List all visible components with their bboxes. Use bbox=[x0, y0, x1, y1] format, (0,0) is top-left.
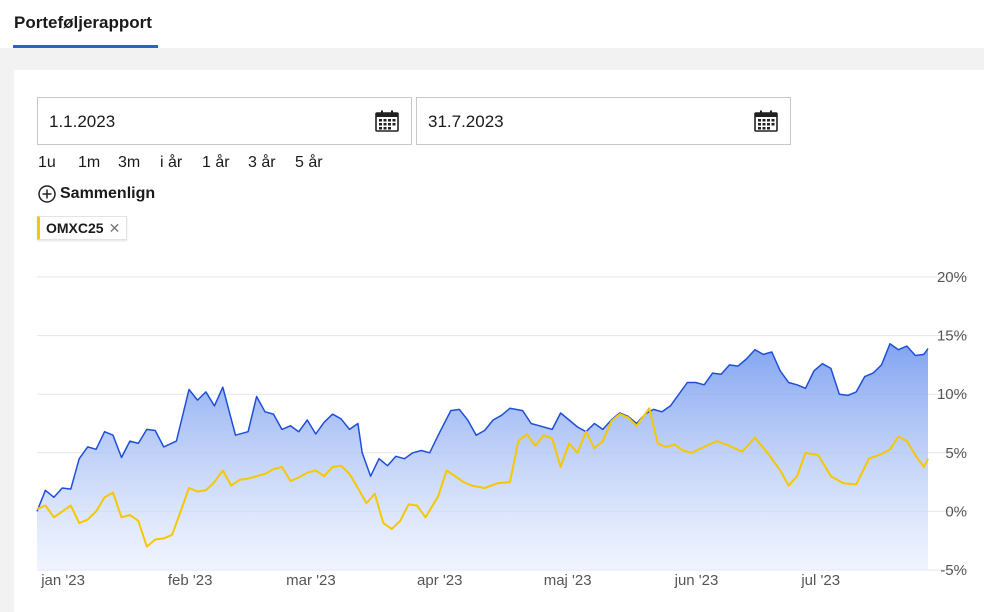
compare-label: Sammenlign bbox=[60, 185, 156, 202]
benchmark-chip: OMXC25 ✕ bbox=[37, 216, 128, 240]
range-ytd[interactable]: i år bbox=[160, 154, 182, 172]
range-3m[interactable]: 3m bbox=[118, 154, 140, 172]
range-3y[interactable]: 3 år bbox=[248, 154, 276, 172]
from-date-field[interactable]: 1.1.2023 bbox=[37, 97, 412, 145]
to-date-field[interactable]: 31.7.2023 bbox=[416, 97, 791, 145]
range-1y[interactable]: 1 år bbox=[202, 154, 230, 172]
calendar-icon[interactable] bbox=[375, 110, 399, 132]
content-panel: 1.1.2023 31.7.2023 1u 1m 3m i år 1 år 3 … bbox=[0, 48, 984, 612]
benchmark-chip-label: OMXC25 bbox=[46, 220, 104, 236]
calendar-icon[interactable] bbox=[754, 110, 778, 132]
to-date-value: 31.7.2023 bbox=[428, 112, 504, 131]
range-1m[interactable]: 1m bbox=[78, 154, 100, 172]
from-date-value: 1.1.2023 bbox=[49, 112, 116, 131]
compare-button[interactable]: Sammenlign bbox=[38, 184, 155, 204]
close-icon[interactable]: ✕ bbox=[109, 220, 121, 237]
plus-circle-icon bbox=[38, 185, 56, 203]
range-5y[interactable]: 5 år bbox=[295, 154, 323, 172]
tab-portfolio-report[interactable]: Porteføljerapport bbox=[14, 13, 152, 33]
range-1u[interactable]: 1u bbox=[38, 154, 56, 172]
report-card: 1.1.2023 31.7.2023 1u 1m 3m i år 1 år 3 … bbox=[14, 70, 984, 612]
tab-bar: Porteføljerapport bbox=[0, 0, 984, 48]
